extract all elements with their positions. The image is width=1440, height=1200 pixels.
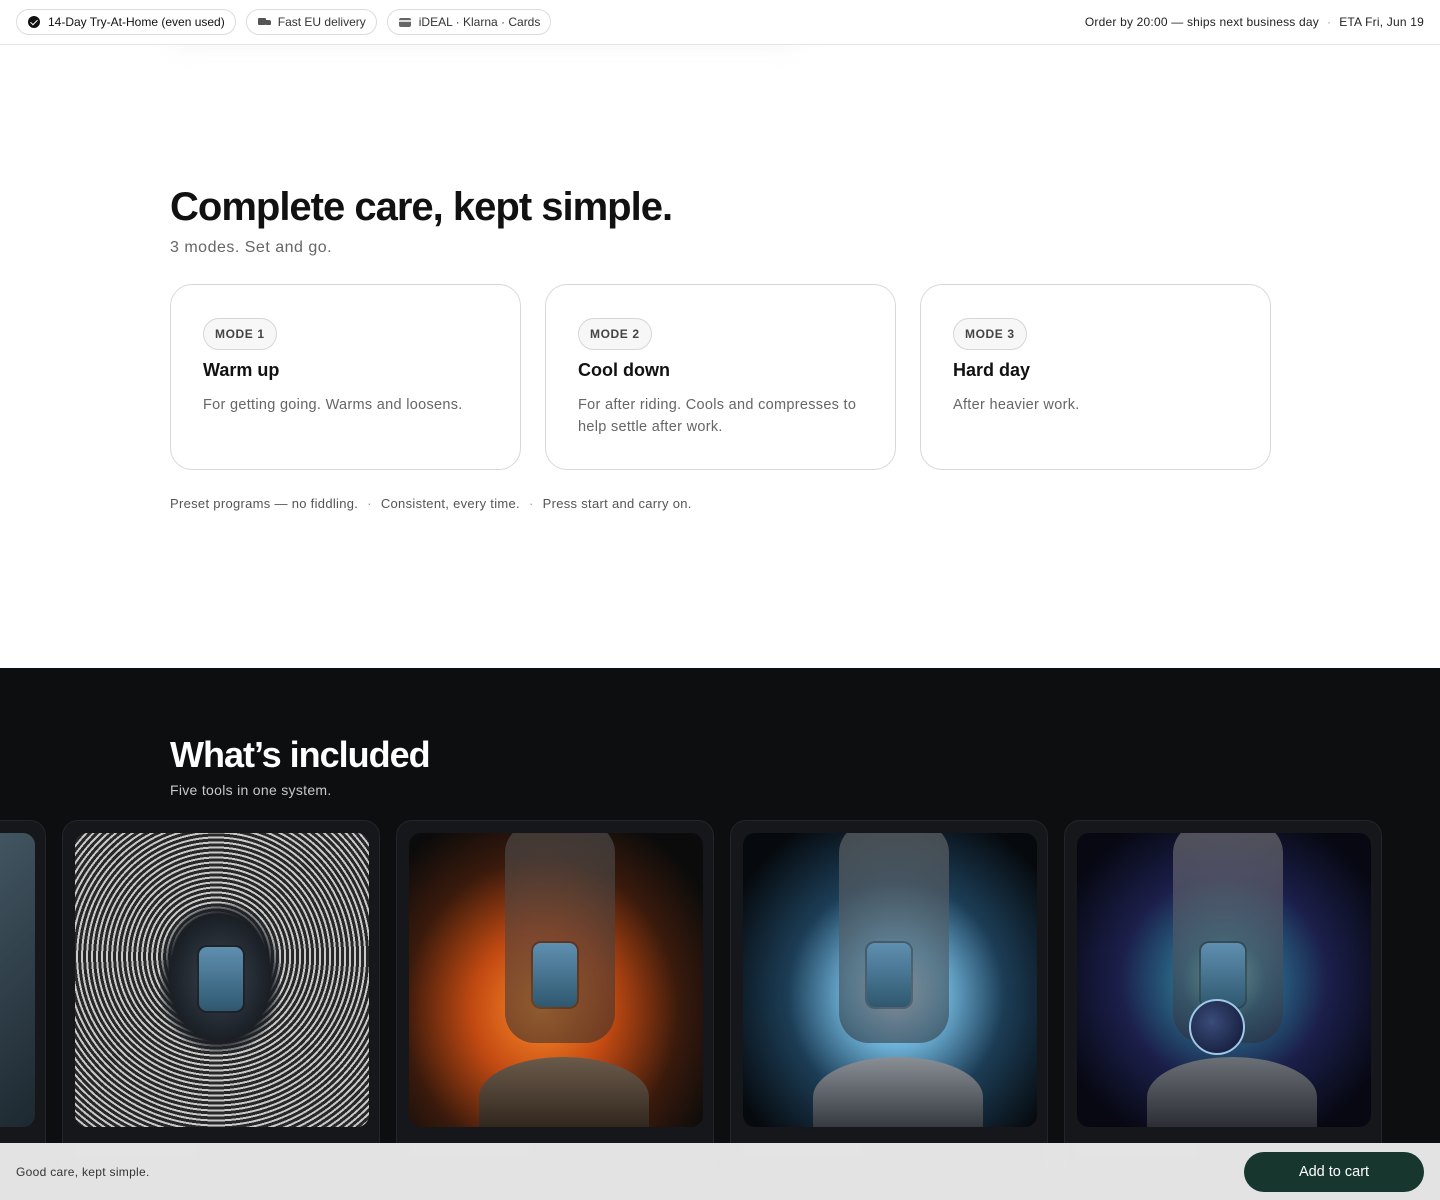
info-bar: 14-Day Try-At-Home (even used) Fast EU d…: [0, 0, 1440, 45]
sticky-cart-bar: Good care, kept simple. Add to cart: [0, 1143, 1440, 1200]
cosmic-energy-image: [1077, 833, 1371, 1127]
vibration-rings-image: [75, 833, 369, 1127]
device-unit: [867, 943, 911, 1007]
payment-pill[interactable]: iDEAL · Klarna · Cards: [386, 9, 552, 35]
note-item: Consistent, every time.: [380, 496, 520, 511]
delivery-pill[interactable]: Fast EU delivery: [245, 9, 377, 35]
included-section: What’s included Five tools in one system…: [0, 668, 1440, 1200]
tool-tile[interactable]: [1064, 820, 1382, 1180]
trust-pills: 14-Day Try-At-Home (even used) Fast EU d…: [16, 9, 552, 35]
mode-card-warm-up[interactable]: MODE 1 Warm up For getting going. Warms …: [170, 284, 521, 470]
truck-icon: [257, 16, 271, 28]
mode-description: For after riding. Cools and compresses t…: [578, 397, 857, 435]
tool-tile[interactable]: [396, 820, 714, 1180]
sticky-tagline: Good care, kept simple.: [16, 1164, 150, 1179]
tools-carousel[interactable]: [0, 820, 1382, 1180]
mode-name: Cool down: [578, 360, 670, 380]
eta-text: ETA Fri, Jun 19: [1339, 15, 1424, 29]
device-unit: [1201, 943, 1245, 1007]
partial-product-image: [0, 833, 35, 1127]
add-to-cart-button[interactable]: Add to cart: [1244, 1151, 1424, 1192]
device-unit: [199, 947, 243, 1011]
mode-name: Hard day: [953, 360, 1031, 380]
section-subtitle: 3 modes. Set and go.: [170, 239, 333, 256]
mode-description: For getting going. Warms and loosens.: [203, 397, 463, 413]
check-circle-icon: [28, 16, 40, 28]
pill-label: Fast EU delivery: [277, 15, 366, 29]
mode-notes: Preset programs — no fiddling. · Consist…: [170, 496, 692, 511]
mode-name: Warm up: [203, 360, 280, 380]
mode-cards: MODE 1 Warm up For getting going. Warms …: [170, 284, 1271, 470]
credit-card-icon: [398, 16, 411, 28]
pill-label: 14-Day Try-At-Home (even used): [48, 15, 225, 29]
note-item: Press start and carry on.: [542, 496, 692, 511]
order-cutoff-text: Order by 20:00 — ships next business day: [1084, 15, 1319, 29]
device-unit: [533, 943, 577, 1007]
note-separator: ·: [528, 496, 534, 511]
globe-icon: [1189, 999, 1245, 1055]
section-title: Complete care, kept simple.: [170, 185, 673, 229]
mode-badge: MODE 3: [953, 318, 1027, 350]
tool-tile[interactable]: [62, 820, 380, 1180]
mode-card-cool-down[interactable]: MODE 2 Cool down For after riding. Cools…: [545, 284, 896, 470]
separator-dot: ·: [1326, 15, 1332, 29]
heat-flames-image: [409, 833, 703, 1127]
try-at-home-pill[interactable]: 14-Day Try-At-Home (even used): [16, 9, 236, 35]
note-separator: ·: [367, 496, 372, 511]
tool-tile[interactable]: [730, 820, 1048, 1180]
section-subtitle: Five tools in one system.: [170, 782, 332, 798]
mode-description: After heavier work.: [953, 397, 1080, 413]
tool-tile[interactable]: [0, 820, 46, 1180]
cold-mist-image: [743, 833, 1037, 1127]
mode-badge: MODE 1: [203, 318, 277, 350]
shipping-info: Order by 20:00 — ships next business day…: [1085, 15, 1424, 29]
mode-card-hard-day[interactable]: MODE 3 Hard day After heavier work.: [920, 284, 1271, 470]
modes-section: Complete care, kept simple. 3 modes. Set…: [0, 45, 1440, 668]
mode-badge: MODE 2: [578, 318, 652, 350]
pill-label: iDEAL · Klarna · Cards: [418, 15, 541, 29]
note-item: Preset programs — no fiddling.: [170, 496, 359, 511]
section-title: What’s included: [170, 734, 431, 775]
